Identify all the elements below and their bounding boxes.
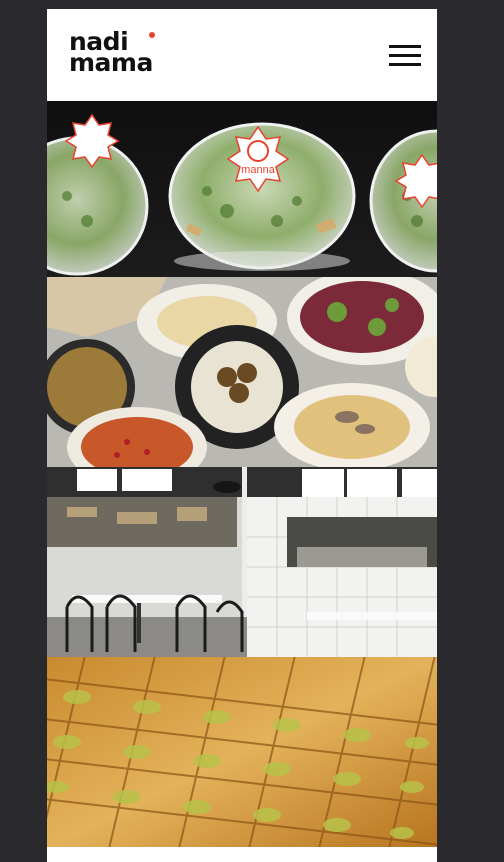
gallery-image-baklava[interactable]: [47, 657, 437, 847]
salad-bowls-photo: manna: [47, 101, 437, 277]
gallery-image-salad-bowls[interactable]: manna: [47, 101, 437, 277]
mezze-spread-photo: [47, 277, 437, 467]
site-header: nadi mama: [47, 9, 437, 102]
menu-bar-top: [389, 45, 421, 48]
hamburger-menu-icon[interactable]: [389, 45, 421, 67]
brand-logo[interactable]: nadi mama: [69, 29, 164, 79]
page-bottom-edge: [47, 849, 437, 862]
logo-dot: [149, 32, 155, 38]
restaurant-interior-photo: [47, 467, 437, 657]
svg-text:manna: manna: [241, 164, 276, 176]
image-gallery: manna: [47, 101, 437, 847]
page-frame: nadi mama manna: [47, 9, 437, 862]
manna-sticker-icon: manna: [226, 125, 290, 193]
menu-bar-middle: [389, 54, 421, 57]
baklava-photo: [47, 657, 437, 847]
gallery-image-mezze-spread[interactable]: [47, 277, 437, 467]
gallery-image-restaurant-interior[interactable]: [47, 467, 437, 657]
menu-bar-bottom: [389, 63, 421, 66]
